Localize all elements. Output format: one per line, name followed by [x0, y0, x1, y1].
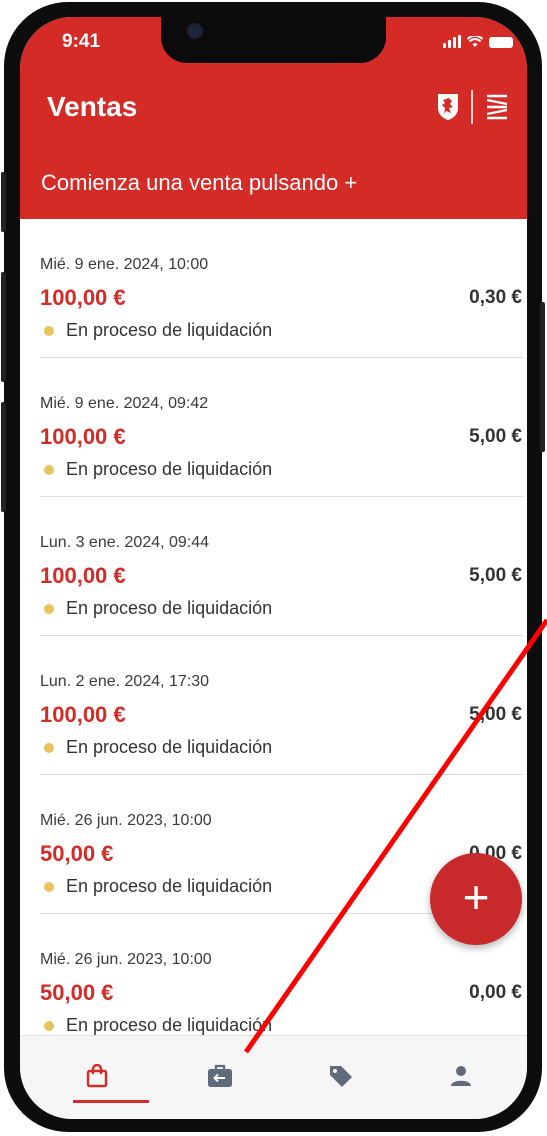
notch	[161, 17, 386, 63]
sale-status: En proceso de liquidación	[44, 598, 272, 619]
sale-status-label: En proceso de liquidación	[66, 598, 273, 618]
sale-amount: 100,00 €	[40, 702, 126, 727]
sale-status-label: En proceso de liquidación	[66, 737, 273, 757]
status-dot-icon	[44, 325, 54, 336]
sale-commission: 0,00 €	[469, 982, 522, 1003]
sale-amount: 100,00 €	[40, 285, 126, 310]
signal-icon	[443, 35, 461, 48]
app-screen: 9:41 Ventas Comienza una venta pulsando …	[20, 17, 527, 1119]
status-dot-icon	[44, 742, 54, 753]
power-button	[540, 302, 545, 452]
wifi-icon	[467, 36, 483, 47]
sale-status-label: En proceso de liquidación	[66, 1015, 273, 1035]
sale-date: Mié. 26 jun. 2023, 10:00	[40, 812, 212, 829]
sale-status-label: En proceso de liquidación	[66, 459, 273, 479]
sale-commission: 5,00 €	[469, 565, 522, 586]
tab-profile[interactable]	[398, 1036, 524, 1119]
status-icons	[443, 35, 513, 48]
phone-frame: 9:41 Ventas Comienza una venta pulsando …	[1, 2, 545, 1132]
sale-list-item[interactable]: Mié. 9 ene. 2024, 10:00 100,00 € 0,30 € En …	[20, 219, 527, 358]
tag-icon	[330, 1066, 352, 1087]
lion-shield-icon[interactable]	[437, 93, 459, 121]
briefcase-return-icon	[208, 1064, 232, 1087]
menu-icon[interactable]	[485, 94, 509, 120]
status-dot-icon	[44, 1020, 54, 1031]
page-title: Ventas	[47, 91, 138, 122]
sale-date: Mié. 9 ene. 2024, 09:42	[40, 395, 209, 412]
header-actions	[437, 90, 509, 124]
active-tab-indicator	[73, 1100, 149, 1103]
sale-list-item[interactable]: Lun. 3 ene. 2024, 09:44 100,00 € 5,00 € En …	[20, 497, 527, 636]
user-icon	[451, 1066, 471, 1086]
sale-status: En proceso de liquidación	[44, 737, 272, 758]
sale-date: Mié. 26 jun. 2023, 10:00	[40, 951, 212, 968]
mute-switch	[1, 172, 6, 232]
sale-list-item[interactable]: Lun. 2 ene. 2024, 17:30 100,00 € 5,00 € En …	[20, 636, 527, 775]
tab-returns[interactable]	[157, 1036, 283, 1119]
sale-amount: 100,00 €	[40, 563, 126, 588]
tab-products[interactable]	[278, 1036, 404, 1119]
sale-commission: 5,00 €	[469, 426, 522, 447]
sale-status: En proceso de liquidación	[44, 876, 272, 897]
battery-icon	[489, 37, 513, 48]
plus-icon: +	[462, 871, 490, 923]
sale-status-label: En proceso de liquidación	[66, 876, 273, 896]
new-sale-button[interactable]: +	[430, 853, 522, 945]
tab-sales[interactable]	[34, 1036, 160, 1119]
sale-amount: 50,00 €	[40, 980, 114, 1005]
status-dot-icon	[44, 881, 54, 892]
header-divider	[471, 90, 473, 124]
sale-amount: 50,00 €	[40, 841, 114, 866]
volume-up-button	[1, 272, 6, 382]
sale-list-item[interactable]: Mié. 9 ene. 2024, 09:42 100,00 € 5,00 € En …	[20, 358, 527, 497]
sale-date: Lun. 2 ene. 2024, 17:30	[40, 673, 210, 690]
start-sale-banner: Comienza una venta pulsando +	[41, 170, 358, 195]
sale-date: Lun. 3 ene. 2024, 09:44	[40, 534, 210, 551]
sale-date: Mié. 9 ene. 2024, 10:00	[40, 256, 209, 273]
volume-down-button	[1, 402, 6, 512]
sale-commission: 0,30 €	[469, 287, 522, 308]
status-dot-icon	[44, 603, 54, 614]
bottom-tab-bar	[20, 1035, 527, 1119]
sale-status-label: En proceso de liquidación	[66, 320, 273, 340]
camera-icon	[187, 23, 203, 39]
status-time: 9:41	[62, 31, 101, 52]
app-header: 9:41 Ventas Comienza una venta pulsando …	[20, 17, 527, 219]
sale-status: En proceso de liquidación	[44, 320, 272, 341]
sale-status: En proceso de liquidación	[44, 459, 272, 480]
status-dot-icon	[44, 464, 54, 475]
sale-commission: 5,00 €	[469, 704, 522, 725]
shopping-bag-icon	[86, 1064, 108, 1088]
sale-amount: 100,00 €	[40, 424, 126, 449]
sale-status: En proceso de liquidación	[44, 1015, 272, 1036]
